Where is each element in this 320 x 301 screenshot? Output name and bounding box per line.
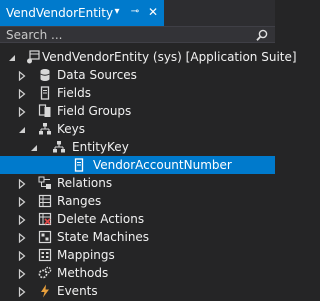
close-icon[interactable]: ✕	[146, 5, 160, 19]
ranges-icon	[38, 194, 52, 208]
tree-item-label: Mappings	[57, 248, 115, 262]
tree-root[interactable]: VendVendorEntity (sys) [Application Suit…	[0, 48, 297, 66]
pin-icon[interactable]: ⊸	[128, 5, 142, 19]
tree-item-label: Delete Actions	[57, 212, 145, 226]
collapsed-arrow-icon[interactable]	[18, 250, 26, 262]
search-input[interactable]	[0, 27, 246, 42]
collapsed-arrow-icon[interactable]	[18, 106, 26, 118]
field-icon	[72, 158, 86, 172]
tree-item-keys[interactable]: Keys	[0, 120, 275, 138]
tree-item-methods[interactable]: Methods	[0, 264, 275, 282]
key-hierarchy-icon	[52, 140, 66, 154]
tree-item-delete-actions[interactable]: Delete Actions	[0, 210, 275, 228]
tree-item-state-machines[interactable]: State Machines	[0, 228, 275, 246]
relations-icon	[38, 176, 52, 190]
field-group-icon	[38, 104, 52, 118]
collapsed-arrow-icon[interactable]	[18, 286, 26, 298]
database-icon	[38, 68, 52, 82]
tree-item-label: Data Sources	[57, 68, 137, 82]
tree-item-label: State Machines	[57, 230, 150, 244]
collapsed-arrow-icon[interactable]	[18, 232, 26, 244]
tree-item-label: EntityKey	[72, 140, 129, 154]
expanded-arrow-icon[interactable]	[8, 52, 16, 62]
tree-item-events[interactable]: Events	[0, 282, 275, 300]
collapsed-arrow-icon[interactable]	[18, 70, 26, 82]
tree-item-ranges[interactable]: Ranges	[0, 192, 275, 210]
tree-item-label: Methods	[57, 266, 109, 280]
methods-icon	[38, 266, 52, 280]
search-bar	[0, 26, 275, 43]
expanded-arrow-icon[interactable]	[18, 124, 26, 134]
tree-item-mappings[interactable]: Mappings	[0, 246, 275, 264]
key-hierarchy-icon	[38, 122, 52, 136]
collapsed-arrow-icon[interactable]	[18, 88, 26, 100]
tree-root-label: VendVendorEntity (sys) [Application Suit…	[42, 50, 297, 64]
search-icon[interactable]	[255, 28, 269, 42]
lightning-icon	[38, 284, 52, 298]
tool-window-tabbar: VendVendorEntity ▾ ⊸ ✕	[0, 0, 275, 26]
tree-item-label: Relations	[57, 176, 113, 190]
tree-item-label: Keys	[57, 122, 86, 136]
tree-item-data-sources[interactable]: Data Sources	[0, 66, 275, 84]
tab-title: VendVendorEntity	[6, 6, 114, 20]
tree-item-field-groups[interactable]: Field Groups	[0, 102, 275, 120]
tree-item-label: Fields	[57, 86, 91, 100]
dropdown-icon[interactable]: ▾	[110, 5, 124, 19]
tree-item-fields[interactable]: Fields	[0, 84, 275, 102]
tree-item-label: Events	[57, 284, 98, 298]
collapsed-arrow-icon[interactable]	[18, 196, 26, 208]
field-icon	[38, 86, 52, 100]
mappings-icon	[38, 248, 52, 262]
table-icon	[26, 50, 40, 64]
delete-actions-icon	[38, 212, 52, 226]
collapsed-arrow-icon[interactable]	[18, 178, 26, 190]
tree-item-relations[interactable]: Relations	[0, 174, 275, 192]
tree-item-label: VendorAccountNumber	[93, 158, 232, 172]
expanded-arrow-icon[interactable]	[30, 142, 38, 152]
collapsed-arrow-icon[interactable]	[18, 268, 26, 280]
collapsed-arrow-icon[interactable]	[18, 214, 26, 226]
tab-vendvendorentity[interactable]: VendVendorEntity ▾ ⊸ ✕	[0, 0, 164, 26]
state-machine-icon	[38, 230, 52, 244]
tree-item-entity-key[interactable]: EntityKey	[0, 138, 275, 156]
tree-item-label: Ranges	[57, 194, 102, 208]
tree-item-label: Field Groups	[57, 104, 132, 118]
tree-item-vendor-account-number[interactable]: VendorAccountNumber	[0, 156, 275, 174]
